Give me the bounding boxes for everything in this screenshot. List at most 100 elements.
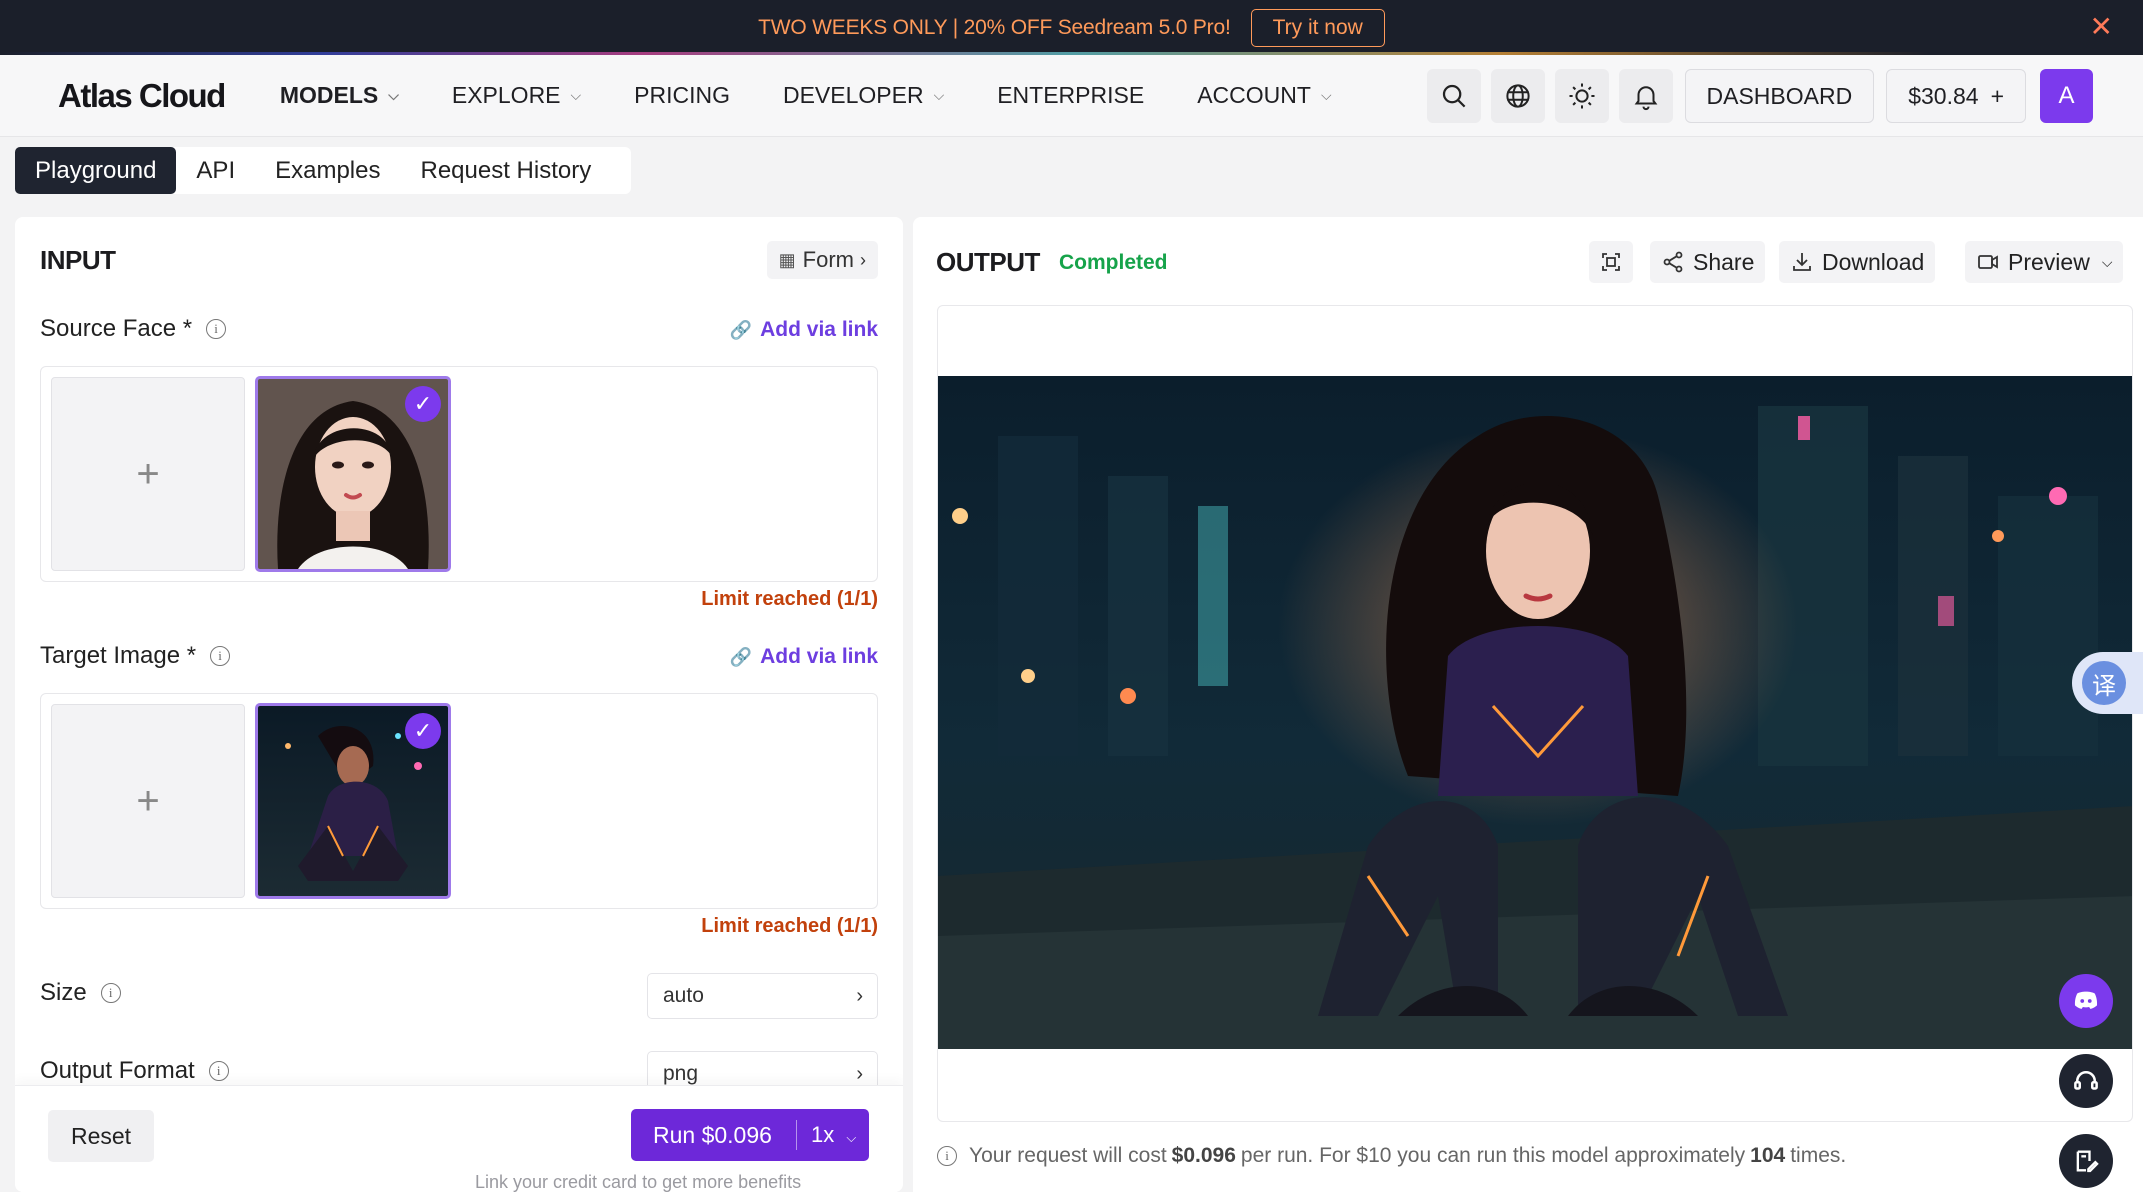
info-icon[interactable]: i	[210, 646, 231, 666]
input-footer: Reset Run $0.096 1x ⌵ Link your credit c…	[15, 1085, 903, 1192]
cost-value: $0.096	[1171, 1144, 1236, 1167]
translate-icon: 译	[2082, 661, 2126, 705]
form-toggle-button[interactable]: ▦ Form ›	[766, 241, 878, 279]
selected-check-icon: ✓	[405, 386, 441, 422]
info-icon[interactable]: i	[100, 983, 121, 1003]
run-label: Run $0.096	[653, 1121, 772, 1148]
tab-request-history[interactable]: Request History	[400, 147, 611, 194]
plus-icon: +	[136, 451, 160, 496]
input-title: INPUT	[40, 245, 116, 275]
preview-label: Preview	[2008, 248, 2090, 275]
add-image-tile[interactable]: +	[51, 377, 245, 571]
tab-playground[interactable]: Playground	[15, 147, 177, 194]
chevron-right-icon: ›	[860, 249, 866, 270]
target-image-thumbnail[interactable]: ✓	[255, 703, 451, 899]
cost-suffix: times.	[1790, 1144, 1847, 1167]
dashboard-button[interactable]: DASHBOARD	[1684, 69, 1875, 123]
field-label-text: Size	[40, 979, 87, 1006]
add-image-tile[interactable]: +	[51, 704, 245, 898]
fullscreen-icon	[1602, 253, 1620, 271]
translate-widget[interactable]: 译	[2072, 652, 2143, 714]
output-format-label: Output Format i	[40, 1057, 229, 1085]
headset-icon	[2074, 1071, 2098, 1090]
menu-label: ACCOUNT	[1197, 82, 1311, 108]
page-tabs: Playground API Examples Request History	[15, 147, 632, 194]
size-label: Size i	[40, 979, 121, 1007]
chevron-down-icon: ⌵	[846, 1130, 857, 1145]
download-icon	[1793, 253, 1811, 271]
share-button[interactable]: Share	[1650, 241, 1766, 283]
chevron-down-icon: ⌵	[933, 87, 945, 103]
add-link-label: Add via link	[760, 318, 878, 341]
discord-button[interactable]	[2059, 974, 2113, 1028]
output-title: OUTPUT	[936, 247, 1040, 277]
globe-icon	[1505, 84, 1530, 108]
menu-item-account[interactable]: ACCOUNT ⌵	[1197, 82, 1331, 109]
avatar[interactable]: A	[2040, 69, 2093, 123]
discord-icon	[2074, 991, 2098, 1009]
edit-note-icon	[2076, 1150, 2099, 1173]
menu-item-enterprise[interactable]: ENTERPRISE	[997, 82, 1144, 109]
source-face-thumbnail[interactable]: ✓	[255, 376, 451, 572]
video-icon	[1978, 255, 1998, 269]
tab-api[interactable]: API	[176, 147, 255, 194]
field-label-text: Output Format	[40, 1057, 195, 1084]
multiplier-value: 1x	[811, 1122, 835, 1147]
menu-item-models[interactable]: MODELS ⌵	[280, 82, 399, 109]
support-button[interactable]	[2059, 1054, 2113, 1108]
reset-button[interactable]: Reset	[48, 1110, 154, 1162]
download-button[interactable]: Download	[1779, 241, 1936, 283]
run-multiplier-select[interactable]: 1x ⌵	[797, 1122, 856, 1148]
balance-value: $30.84	[1908, 82, 1979, 109]
theme-toggle-button[interactable]	[1554, 69, 1609, 123]
menu-item-developer[interactable]: DEVELOPER ⌵	[783, 82, 944, 109]
menu-item-pricing[interactable]: PRICING	[634, 82, 730, 109]
nav-actions: DASHBOARD $30.84 + A	[1417, 69, 2093, 123]
search-button[interactable]	[1426, 69, 1481, 123]
preview-select[interactable]: Preview ⌵	[1965, 241, 2124, 283]
output-preview	[937, 305, 2133, 1122]
cost-prefix: Your request will cost	[969, 1144, 1167, 1167]
source-face-add-link[interactable]: 🔗 Add via link	[730, 318, 878, 342]
field-label-text: Target Image *	[40, 642, 197, 669]
menu-label: PRICING	[634, 82, 730, 108]
tab-examples[interactable]: Examples	[255, 147, 400, 194]
link-icon: 🔗	[729, 646, 753, 667]
bell-icon	[1634, 86, 1657, 111]
promo-cta-button[interactable]: Try it now	[1250, 8, 1385, 47]
run-button[interactable]: Run $0.096 1x ⌵	[631, 1109, 869, 1161]
target-image-upload: + ✓	[40, 693, 878, 909]
status-badge: Completed	[1059, 251, 1168, 274]
plus-icon: +	[1990, 82, 2004, 109]
sun-icon	[1569, 83, 1594, 109]
menu-label: MODELS	[279, 82, 379, 108]
plus-icon: +	[136, 778, 160, 823]
credit-hint-link[interactable]: Link your credit card to get more benefi…	[475, 1172, 801, 1192]
promo-text: TWO WEEKS ONLY | 20% OFF Seedream 5.0 Pr…	[758, 15, 1231, 39]
size-select[interactable]: auto ›	[647, 973, 878, 1019]
output-image[interactable]	[938, 376, 2133, 1049]
language-button[interactable]	[1490, 69, 1545, 123]
form-toggle-label: Form	[802, 247, 854, 272]
chevron-right-icon: ›	[856, 984, 863, 1007]
logo[interactable]: Atlas Cloud	[58, 77, 226, 115]
target-image-limit: Limit reached (1/1)	[701, 915, 878, 937]
close-icon[interactable]: ✕	[2090, 13, 2113, 41]
promo-banner: TWO WEEKS ONLY | 20% OFF Seedream 5.0 Pr…	[0, 0, 2143, 55]
info-icon[interactable]: i	[206, 319, 227, 339]
source-face-label: Source Face * i	[40, 315, 227, 343]
top-nav: Atlas Cloud MODELS ⌵ EXPLORE ⌵ PRICING D…	[0, 55, 2143, 137]
info-icon[interactable]: i	[208, 1061, 229, 1081]
feedback-button[interactable]	[2059, 1134, 2113, 1188]
fullscreen-button[interactable]	[1589, 241, 1633, 283]
balance-button[interactable]: $30.84 +	[1886, 69, 2026, 123]
menu-item-explore[interactable]: EXPLORE ⌵	[452, 82, 581, 109]
notifications-button[interactable]	[1618, 69, 1673, 123]
share-label: Share	[1693, 248, 1755, 275]
share-icon	[1663, 251, 1683, 273]
chevron-down-icon: ⌵	[2101, 253, 2113, 270]
source-face-upload: + ✓	[40, 366, 878, 582]
target-image-add-link[interactable]: 🔗 Add via link	[730, 645, 878, 669]
chevron-down-icon: ⌵	[570, 87, 582, 103]
source-face-limit: Limit reached (1/1)	[701, 588, 878, 610]
